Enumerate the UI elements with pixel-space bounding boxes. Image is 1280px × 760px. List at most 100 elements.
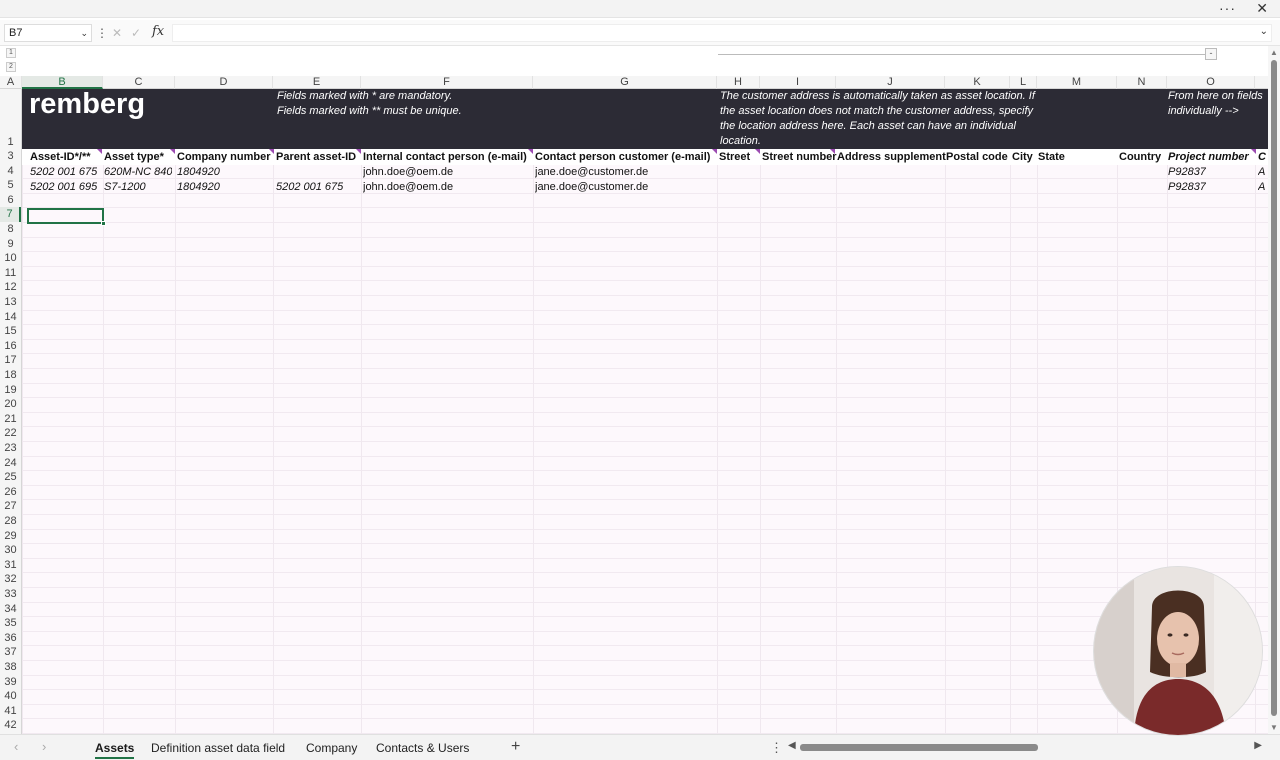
outline-level-2-button[interactable]: 2 bbox=[6, 62, 16, 72]
header-cell[interactable]: Contact person customer (e-mail) bbox=[535, 149, 719, 165]
sheet-grid[interactable]: remberg Fields marked with * are mandato… bbox=[22, 89, 1268, 734]
column-header-l[interactable]: L bbox=[1010, 76, 1037, 89]
row-header-11[interactable]: 11 bbox=[0, 266, 21, 281]
header-cell[interactable]: Parent asset-ID bbox=[276, 149, 363, 165]
table-cell[interactable]: john.doe@oem.de bbox=[363, 180, 453, 195]
row-header-40[interactable]: 40 bbox=[0, 689, 21, 704]
row-header-4[interactable]: 4 bbox=[0, 164, 21, 179]
name-box[interactable]: B7 ⌄ bbox=[4, 24, 92, 42]
add-sheet-button[interactable]: + bbox=[511, 738, 520, 756]
comment-indicator-icon[interactable] bbox=[97, 149, 102, 154]
header-cell[interactable]: Asset type* bbox=[104, 149, 177, 165]
scroll-left-icon[interactable]: ◀ bbox=[788, 740, 796, 751]
row-header-34[interactable]: 34 bbox=[0, 602, 21, 617]
prev-sheet-icon[interactable]: ‹ bbox=[14, 739, 18, 754]
chevron-down-icon[interactable]: ⌄ bbox=[80, 25, 88, 41]
row-header-21[interactable]: 21 bbox=[0, 412, 21, 427]
scroll-down-icon[interactable]: ▼ bbox=[1270, 723, 1278, 732]
row-header-29[interactable]: 29 bbox=[0, 529, 21, 544]
header-cell[interactable]: Postal code bbox=[946, 149, 1012, 165]
table-cell[interactable]: jane.doe@customer.de bbox=[535, 180, 648, 195]
comment-indicator-icon[interactable] bbox=[528, 149, 533, 154]
expand-formula-icon[interactable]: ⌄ bbox=[1260, 26, 1268, 37]
header-cell[interactable]: Asset-ID*/** bbox=[30, 149, 104, 165]
tab-contacts-users[interactable]: Contacts & Users bbox=[376, 740, 469, 756]
close-icon[interactable]: ✕ bbox=[1256, 0, 1268, 17]
row-header-9[interactable]: 9 bbox=[0, 237, 21, 252]
row-header-15[interactable]: 15 bbox=[0, 324, 21, 339]
vertical-scroll-thumb[interactable] bbox=[1271, 60, 1277, 716]
row-header-20[interactable]: 20 bbox=[0, 397, 21, 412]
horizontal-scroll-thumb[interactable] bbox=[800, 744, 1038, 751]
table-cell[interactable]: 5202 001 675 bbox=[30, 165, 97, 180]
row-header-5[interactable]: 5 bbox=[0, 178, 21, 193]
column-header-c[interactable]: C bbox=[103, 76, 175, 89]
table-cell[interactable]: 5202 001 675 bbox=[276, 180, 343, 195]
row-header-18[interactable]: 18 bbox=[0, 368, 21, 383]
table-cell[interactable]: 620M-NC 840 bbox=[104, 165, 172, 180]
outline-level-1-button[interactable]: 1 bbox=[6, 48, 16, 58]
column-header-n[interactable]: N bbox=[1117, 76, 1167, 89]
row-header-35[interactable]: 35 bbox=[0, 616, 21, 631]
header-cell[interactable]: Company number bbox=[177, 149, 276, 165]
table-cell[interactable]: A bbox=[1258, 180, 1265, 195]
comment-indicator-icon[interactable] bbox=[755, 149, 760, 154]
row-header-42[interactable]: 42 bbox=[0, 718, 21, 733]
row-header-8[interactable]: 8 bbox=[0, 222, 21, 237]
table-cell[interactable]: john.doe@oem.de bbox=[363, 165, 453, 180]
row-header-41[interactable]: 41 bbox=[0, 704, 21, 719]
collapse-group-button[interactable]: - bbox=[1205, 48, 1217, 60]
row-header-1[interactable]: 1 bbox=[0, 135, 21, 149]
header-cell[interactable]: Address supplement bbox=[837, 149, 946, 165]
table-cell[interactable]: 5202 001 695 bbox=[30, 180, 97, 195]
column-header-e[interactable]: E bbox=[273, 76, 361, 89]
row-header-19[interactable]: 19 bbox=[0, 383, 21, 398]
row-header-28[interactable]: 28 bbox=[0, 514, 21, 529]
table-cell[interactable]: P92837 bbox=[1168, 165, 1206, 180]
column-header-k[interactable]: K bbox=[945, 76, 1010, 89]
row-header-3[interactable]: 3 bbox=[0, 149, 21, 164]
table-cell[interactable]: jane.doe@customer.de bbox=[535, 165, 648, 180]
header-cell[interactable]: Street number bbox=[762, 149, 837, 165]
row-header-31[interactable]: 31 bbox=[0, 558, 21, 573]
column-header-o[interactable]: O bbox=[1167, 76, 1255, 89]
row-header-30[interactable]: 30 bbox=[0, 543, 21, 558]
column-header-i[interactable]: I bbox=[760, 76, 836, 89]
tab-options-icon[interactable]: ⋮ bbox=[770, 740, 783, 756]
formula-input[interactable]: ⌄ bbox=[172, 24, 1272, 42]
row-header-32[interactable]: 32 bbox=[0, 572, 21, 587]
tab-company[interactable]: Company bbox=[306, 740, 357, 756]
row-header-33[interactable]: 33 bbox=[0, 587, 21, 602]
tab-definition-asset-data-field[interactable]: Definition asset data field bbox=[151, 740, 285, 756]
column-header-m[interactable]: M bbox=[1037, 76, 1117, 89]
column-header-g[interactable]: G bbox=[533, 76, 717, 89]
row-header-12[interactable]: 12 bbox=[0, 280, 21, 295]
row-header-17[interactable]: 17 bbox=[0, 353, 21, 368]
fill-handle[interactable] bbox=[101, 221, 106, 226]
row-header-38[interactable]: 38 bbox=[0, 660, 21, 675]
tab-assets[interactable]: Assets bbox=[95, 740, 135, 759]
row-header-23[interactable]: 23 bbox=[0, 441, 21, 456]
scroll-right-icon[interactable]: ▶ bbox=[1254, 740, 1262, 751]
table-cell[interactable]: A bbox=[1258, 165, 1265, 180]
column-header-h[interactable]: H bbox=[717, 76, 760, 89]
header-cell[interactable]: C bbox=[1258, 149, 1268, 165]
row-header-6[interactable]: 6 bbox=[0, 193, 21, 208]
table-cell[interactable]: P92837 bbox=[1168, 180, 1206, 195]
header-cell[interactable]: Internal contact person (e-mail) bbox=[363, 149, 535, 165]
column-header-j[interactable]: J bbox=[836, 76, 945, 89]
row-header-25[interactable]: 25 bbox=[0, 470, 21, 485]
column-header-f[interactable]: F bbox=[361, 76, 533, 89]
cancel-edit-icon[interactable]: ✕ bbox=[112, 25, 122, 41]
row-header-27[interactable]: 27 bbox=[0, 499, 21, 514]
insert-function-icon[interactable]: fx bbox=[152, 24, 164, 40]
row-header-22[interactable]: 22 bbox=[0, 426, 21, 441]
row-header-16[interactable]: 16 bbox=[0, 339, 21, 354]
table-cell[interactable]: 1804920 bbox=[177, 180, 220, 195]
formula-bar-handle-icon[interactable]: ⋮ bbox=[96, 25, 108, 41]
confirm-edit-icon[interactable]: ✓ bbox=[131, 25, 141, 41]
header-cell[interactable]: Country bbox=[1119, 149, 1168, 165]
comment-indicator-icon[interactable] bbox=[1251, 149, 1256, 154]
comment-indicator-icon[interactable] bbox=[269, 149, 274, 154]
header-cell[interactable]: City bbox=[1012, 149, 1038, 165]
